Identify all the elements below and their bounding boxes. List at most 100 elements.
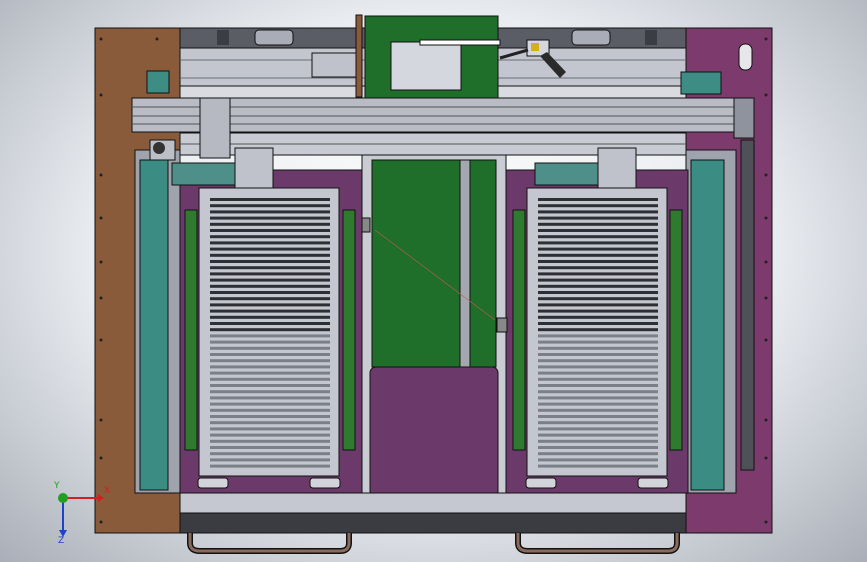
magazine-slot: [538, 278, 658, 282]
motor-top-right: [680, 71, 722, 95]
cad-viewport[interactable]: X Y Z: [0, 0, 867, 562]
magazine-slot: [210, 371, 330, 375]
triad-y-label: Y: [54, 481, 60, 491]
magazine-slot: [538, 247, 658, 251]
magazine-slot: [538, 253, 658, 257]
magazine-slot: [538, 322, 658, 325]
magazine-slot: [538, 365, 658, 369]
magazine-slot: [538, 390, 658, 394]
magazine-slot: [538, 340, 658, 344]
magazine-slot: [538, 396, 658, 400]
magazine-slot: [210, 464, 330, 468]
magazine-slot: [210, 346, 330, 350]
magazine-slot: [538, 446, 658, 449]
magazine-slot: [210, 353, 330, 356]
magazine-slot: [538, 458, 658, 462]
magazine-slot: [210, 334, 330, 338]
magazine-slot: [538, 235, 658, 239]
magazine-slot: [538, 439, 658, 443]
magazine-slot: [210, 446, 330, 449]
left-handle: [187, 533, 352, 554]
magazine-slot: [210, 272, 330, 276]
magazine-slot: [538, 241, 658, 245]
magazine-slot: [538, 284, 658, 288]
magazine-slot: [538, 328, 658, 332]
magazine-slot: [538, 204, 658, 208]
magazine-slot: [538, 216, 658, 220]
magazine-slot: [210, 253, 330, 257]
magazine-slot: [210, 303, 330, 307]
magazine-slot: [210, 439, 330, 443]
magazine-slot: [538, 433, 658, 437]
magazine-slot: [210, 384, 330, 387]
motor-left: [146, 70, 170, 94]
magazine-slot: [210, 241, 330, 245]
magazine-slot: [538, 229, 658, 232]
magazine-slot: [210, 365, 330, 369]
magazine-slot: [538, 198, 658, 201]
magazine-slot: [538, 384, 658, 387]
magazine-slot: [210, 427, 330, 431]
magazine-slot: [210, 390, 330, 394]
magazine-slot: [210, 408, 330, 412]
magazine-slot: [210, 433, 330, 437]
magazine-slot: [210, 235, 330, 239]
magazine-slot: [538, 297, 658, 301]
magazine-slot: [210, 415, 330, 418]
magazine-slot: [210, 340, 330, 344]
right-handle: [515, 533, 680, 554]
magazine-slot: [210, 315, 330, 319]
magazine-slot: [538, 291, 658, 294]
magazine-slot: [538, 408, 658, 412]
triad-x-label: X: [104, 486, 111, 496]
magazine-slot: [538, 315, 658, 319]
magazine-slot: [210, 204, 330, 208]
magazine-slot: [538, 266, 658, 270]
magazine-slot: [538, 260, 658, 263]
magazine-slot: [538, 427, 658, 431]
magazine-slot: [210, 421, 330, 425]
magazine-slot: [210, 222, 330, 226]
magazine-slot: [210, 396, 330, 400]
magazine-slot: [210, 266, 330, 270]
magazine-slot: [210, 402, 330, 406]
magazine-slot: [538, 452, 658, 456]
magazine-slot: [538, 464, 658, 468]
bottom-beam: [179, 492, 687, 514]
magazine-slot: [538, 272, 658, 276]
magazine-slot: [210, 198, 330, 201]
magazine-slot: [538, 210, 658, 214]
triad-z-label: Z: [58, 536, 65, 546]
center-pcb-board: [371, 159, 497, 368]
magazine-slot: [210, 229, 330, 232]
magazine-slot: [210, 278, 330, 282]
magazine-slot: [538, 353, 658, 356]
magazine-slot: [210, 328, 330, 332]
magazine-slot: [538, 371, 658, 375]
magazine-slot: [210, 458, 330, 462]
magazine-slot: [538, 346, 658, 350]
magazine-slot: [210, 284, 330, 288]
magazine-slot: [210, 291, 330, 294]
magazine-slot: [210, 210, 330, 214]
magazine-slot: [538, 421, 658, 425]
assembly-drawing: [58, 14, 773, 554]
magazine-slot: [210, 297, 330, 301]
magazine-slot: [210, 216, 330, 220]
magazine-slot: [210, 322, 330, 325]
magazine-slot: [538, 359, 658, 363]
magazine-slot: [538, 309, 658, 313]
magazine-slot: [538, 334, 658, 338]
right-plate-slot: [738, 43, 753, 71]
magazine-slot: [538, 402, 658, 406]
magazine-slot: [210, 247, 330, 251]
magazine-slot: [210, 260, 330, 263]
magazine-slot: [538, 303, 658, 307]
magazine-slot: [210, 309, 330, 313]
magazine-slot: [538, 415, 658, 418]
magazine-slot: [538, 222, 658, 226]
magazine-slot: [210, 452, 330, 456]
magazine-slot: [210, 359, 330, 363]
magazine-slot: [210, 377, 330, 381]
magazine-slot: [538, 377, 658, 381]
